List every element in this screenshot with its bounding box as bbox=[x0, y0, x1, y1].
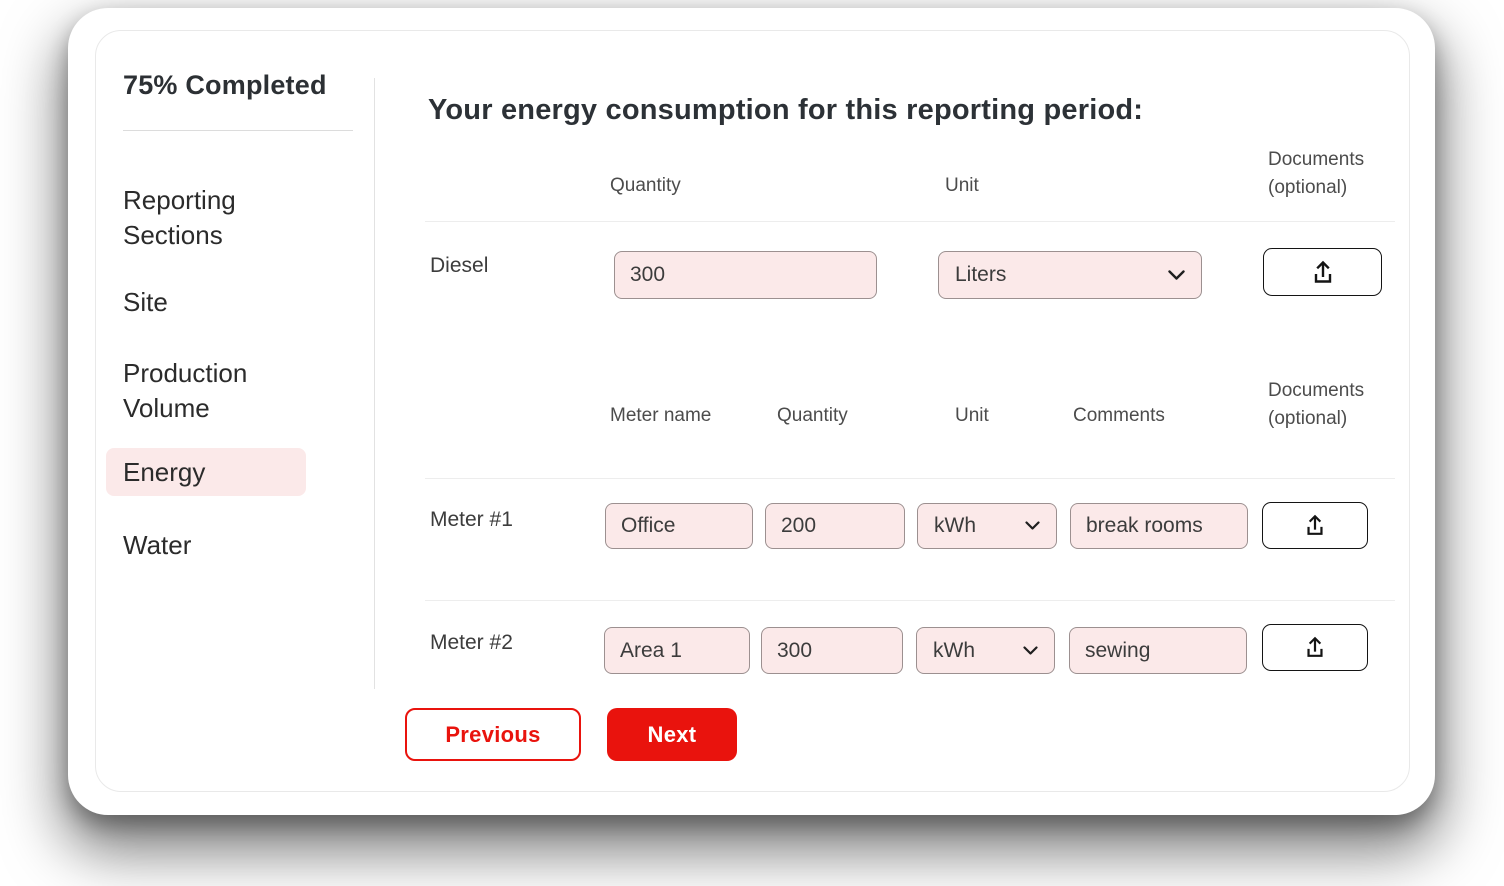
meter-header-unit: Unit bbox=[955, 405, 989, 426]
meter-header-name: Meter name bbox=[610, 405, 712, 426]
previous-button[interactable]: Previous bbox=[405, 708, 581, 761]
next-button[interactable]: Next bbox=[607, 708, 737, 761]
meter-header-comments: Comments bbox=[1073, 405, 1165, 426]
row-label-meter-1: Meter #1 bbox=[430, 508, 513, 531]
meter-2-comments-input[interactable] bbox=[1069, 627, 1247, 674]
fuel-header-quantity: Quantity bbox=[610, 175, 681, 196]
meter-table-divider-1 bbox=[425, 478, 1395, 479]
fuel-header-documents: Documents (optional) bbox=[1268, 149, 1365, 198]
fuel-table-divider bbox=[425, 221, 1395, 222]
meter-1-upload-button[interactable] bbox=[1262, 502, 1368, 549]
meter-2-unit-select[interactable]: kWh bbox=[916, 627, 1055, 674]
sidebar-content-vertical-divider bbox=[374, 78, 375, 689]
sidebar-item-water[interactable]: Water bbox=[123, 528, 323, 563]
row-label-diesel: Diesel bbox=[430, 254, 489, 277]
meter-1-unit-select[interactable]: kWh bbox=[917, 503, 1057, 549]
chevron-down-icon bbox=[1025, 521, 1040, 531]
meter-1-comments-input[interactable] bbox=[1070, 503, 1248, 549]
row-label-meter-2: Meter #2 bbox=[430, 631, 513, 654]
sidebar-item-energy-active[interactable]: Energy bbox=[106, 448, 306, 496]
meter-1-quantity-input[interactable] bbox=[765, 503, 905, 549]
chevron-down-icon bbox=[1023, 645, 1038, 656]
diesel-upload-button[interactable] bbox=[1263, 248, 1382, 296]
meter-1-unit-value: kWh bbox=[934, 514, 976, 537]
meter-2-name-input[interactable] bbox=[604, 627, 750, 674]
page-title: Your energy consumption for this reporti… bbox=[428, 94, 1144, 126]
diesel-unit-select[interactable]: Liters bbox=[938, 251, 1202, 299]
meter-2-upload-button[interactable] bbox=[1262, 624, 1368, 671]
sidebar-item-production-volume[interactable]: Production Volume bbox=[123, 356, 323, 426]
meter-2-unit-value: kWh bbox=[933, 638, 975, 662]
report-card: 75% Completed Reporting Sections Site Pr… bbox=[68, 8, 1435, 815]
upload-icon bbox=[1303, 635, 1327, 660]
meter-2-quantity-input[interactable] bbox=[761, 627, 903, 674]
sidebar-item-reporting-sections[interactable]: Reporting Sections bbox=[123, 183, 323, 253]
sidebar-divider bbox=[123, 130, 353, 131]
sidebar-item-energy-label: Energy bbox=[123, 456, 206, 487]
meter-header-quantity: Quantity bbox=[777, 405, 848, 426]
diesel-unit-value: Liters bbox=[955, 263, 1007, 286]
diesel-quantity-input[interactable] bbox=[614, 251, 877, 299]
sidebar-item-site[interactable]: Site bbox=[123, 285, 323, 320]
progress-label: 75% Completed bbox=[123, 70, 327, 100]
meter-1-name-input[interactable] bbox=[605, 503, 753, 549]
chevron-down-icon bbox=[1168, 269, 1185, 281]
upload-icon bbox=[1303, 513, 1327, 538]
fuel-header-unit: Unit bbox=[945, 175, 979, 196]
meter-table-divider-2 bbox=[425, 600, 1395, 601]
upload-icon bbox=[1310, 259, 1336, 286]
meter-header-documents: Documents (optional) bbox=[1268, 380, 1365, 429]
